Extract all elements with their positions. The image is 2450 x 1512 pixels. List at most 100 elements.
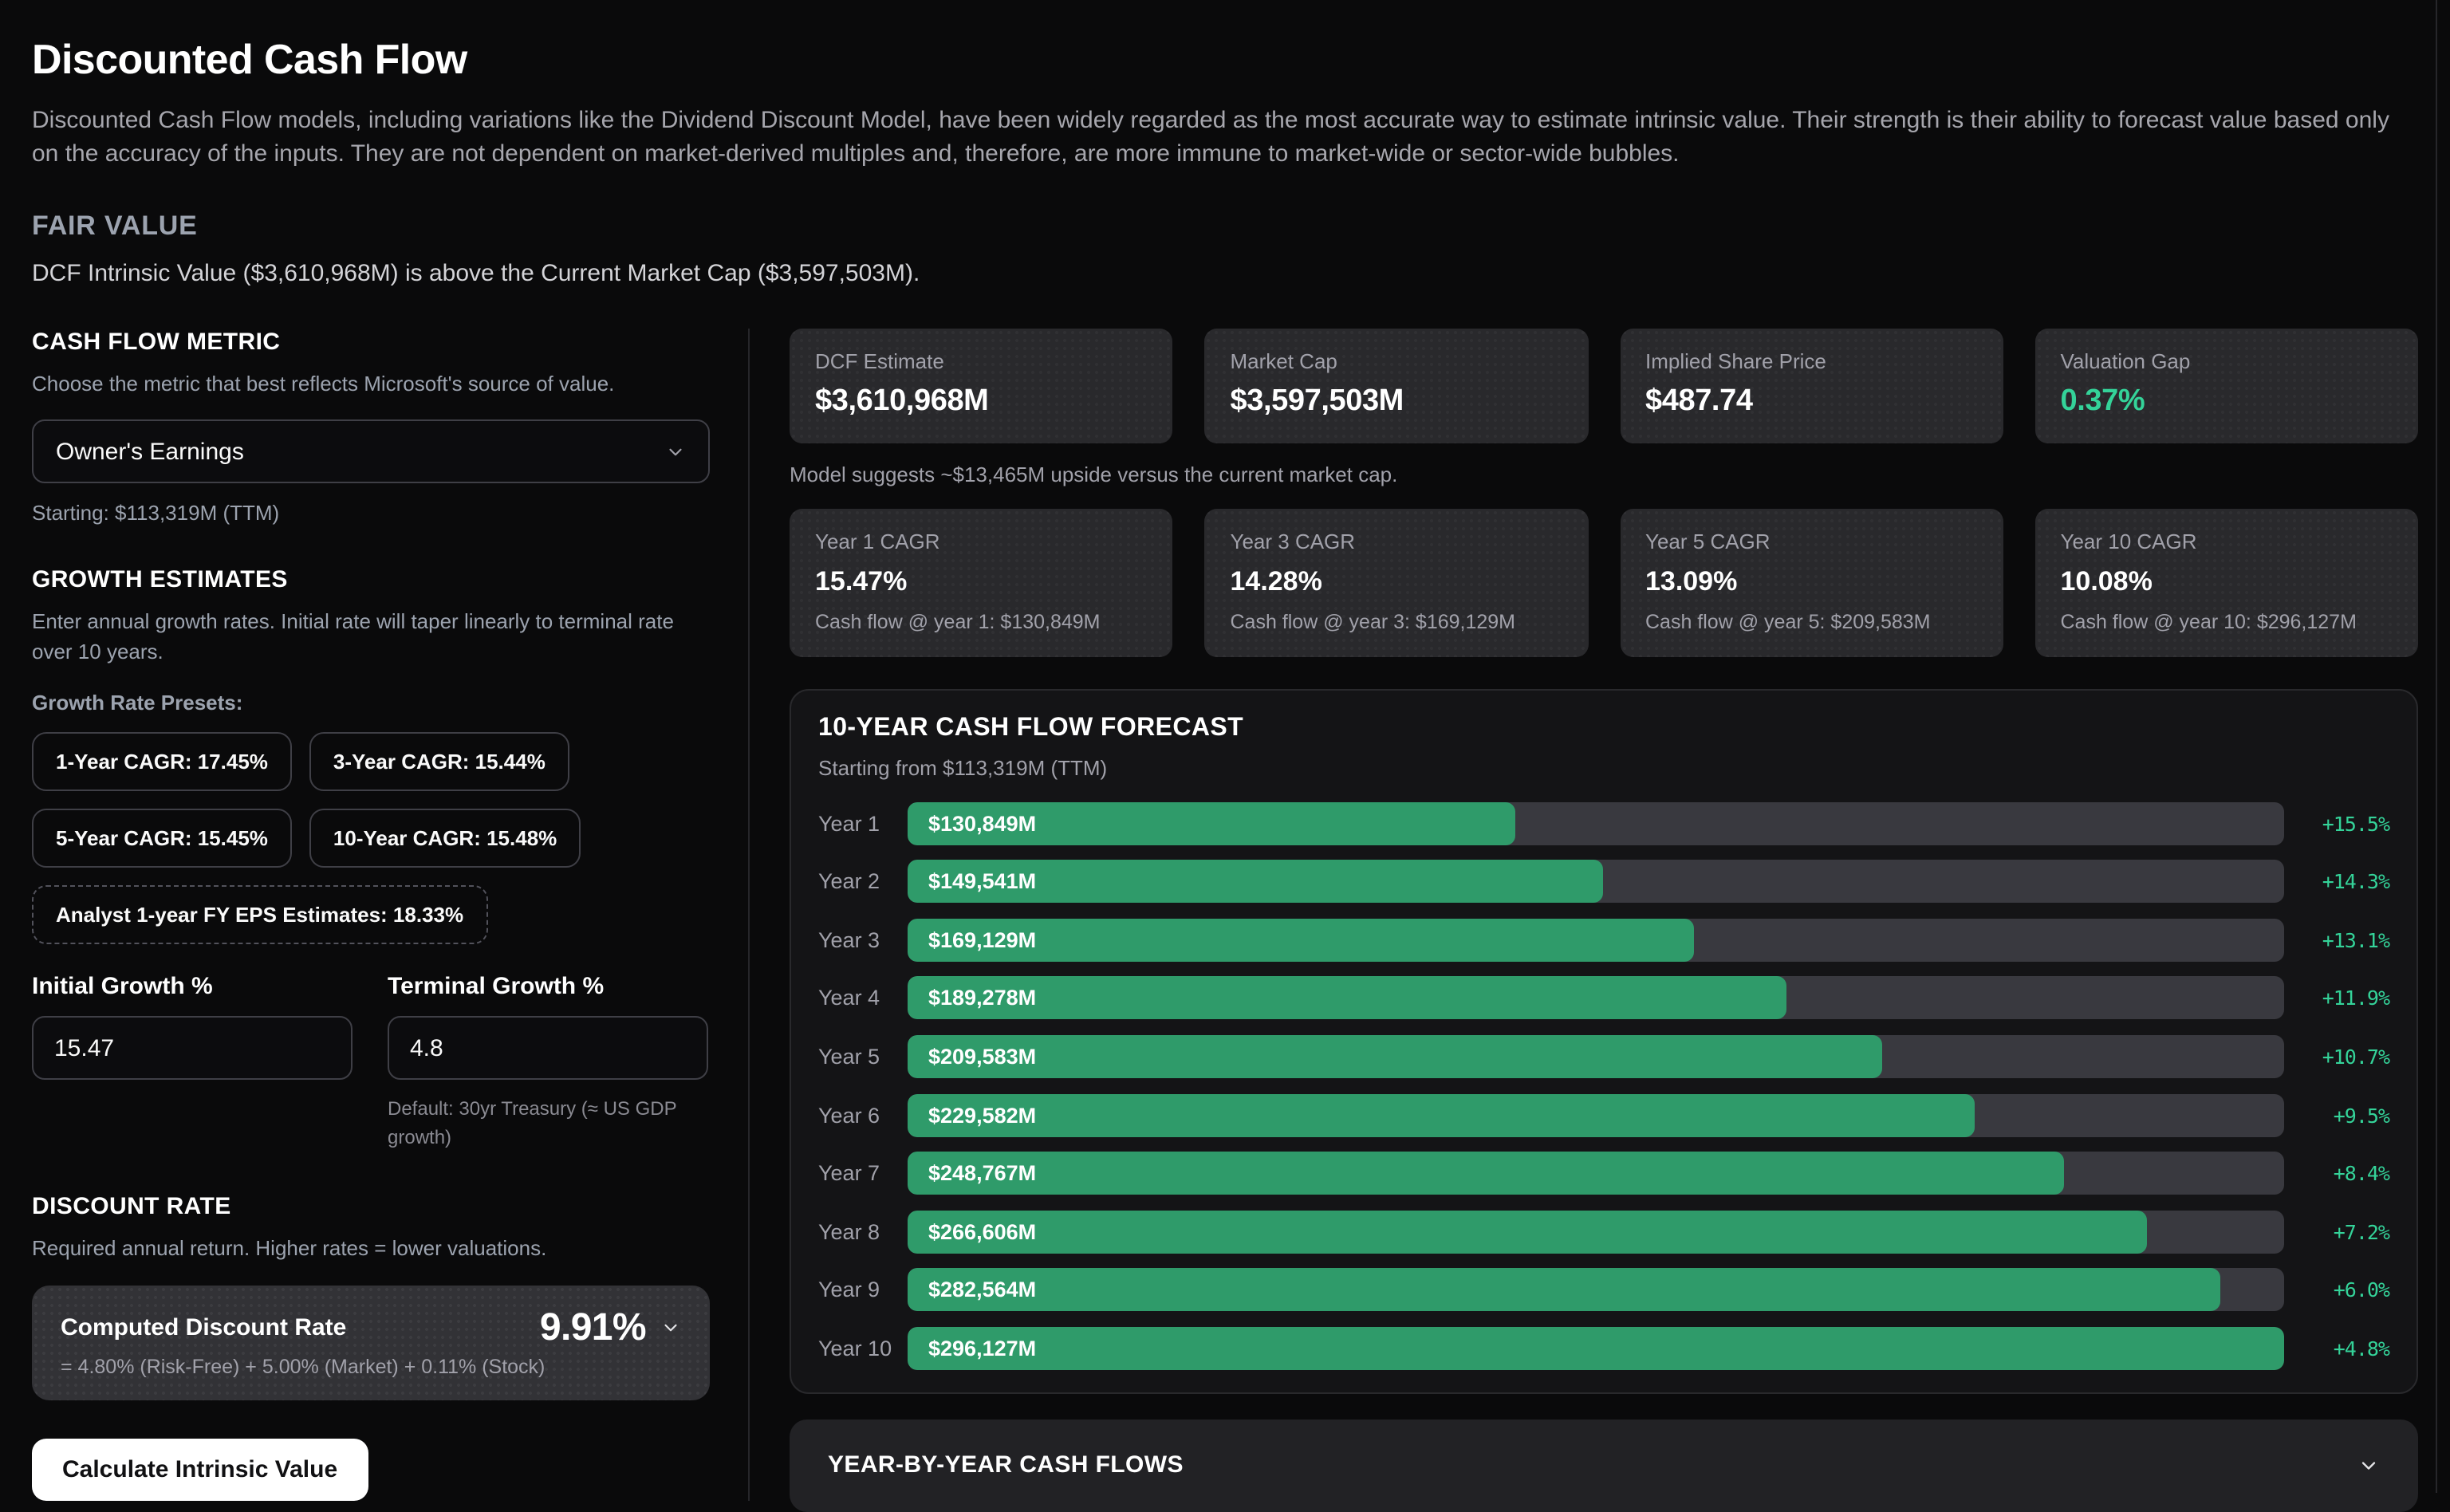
cagr-card: Year 1 CAGR 15.47% Cash flow @ year 1: $… [790, 508, 1173, 656]
forecast-row: Year 6 $229,582M +9.5% [818, 1093, 2389, 1136]
discount-rate-heading: DISCOUNT RATE [32, 1193, 708, 1220]
initial-growth-input[interactable] [32, 1016, 353, 1080]
forecast-year-label: Year 3 [818, 928, 908, 952]
cagr-card-label: Year 3 CAGR [1231, 529, 1563, 553]
forecast-bar-track: $282,564M [908, 1269, 2284, 1312]
forecast-bar-fill: $209,583M [908, 1035, 1882, 1078]
forecast-year-label: Year 10 [818, 1337, 908, 1360]
forecast-bar-track: $296,127M [908, 1327, 2284, 1370]
growth-preset-button-1[interactable]: 1-Year CAGR: 17.45% [32, 732, 292, 791]
forecast-bar-amount: $266,606M [928, 1220, 1036, 1244]
forecast-year-label: Year 9 [818, 1278, 908, 1302]
cagr-cards-row: Year 1 CAGR 15.47% Cash flow @ year 1: $… [790, 508, 2418, 656]
forecast-growth-percent: +4.8% [2284, 1337, 2389, 1360]
calculate-intrinsic-value-button[interactable]: Calculate Intrinsic Value [32, 1439, 368, 1501]
forecast-growth-percent: +9.5% [2284, 1103, 2389, 1127]
cash-flow-metric-select[interactable]: Owner's Earnings [32, 420, 710, 484]
forecast-bar-track: $130,849M [908, 801, 2284, 845]
growth-estimates-description: Enter annual growth rates. Initial rate … [32, 608, 708, 668]
forecast-bar-amount: $248,767M [928, 1161, 1036, 1185]
summary-card-value: $487.74 [1645, 384, 1978, 419]
discount-rate-description: Required annual return. Higher rates = l… [32, 1234, 708, 1265]
forecast-bar-fill: $248,767M [908, 1152, 2064, 1195]
terminal-growth-label: Terminal Growth % [388, 973, 708, 1000]
forecast-growth-percent: +6.0% [2284, 1278, 2389, 1302]
analyst-eps-preset-button[interactable]: Analyst 1-year FY EPS Estimates: 18.33% [32, 885, 487, 944]
inputs-sidebar: CASH FLOW METRIC Choose the metric that … [32, 328, 750, 1501]
cagr-card-value: 14.28% [1231, 565, 1563, 597]
starting-value-note: Starting: $113,319M (TTM) [32, 502, 708, 526]
year-by-year-accordion-label: YEAR-BY-YEAR CASH FLOWS [828, 1452, 1184, 1479]
growth-preset-button-3[interactable]: 5-Year CAGR: 15.45% [32, 809, 292, 868]
forecast-year-label: Year 6 [818, 1103, 908, 1127]
computed-discount-rate-card[interactable]: Computed Discount Rate 9.91% = 4.80% (Ri… [32, 1286, 710, 1400]
fair-value-summary: DCF Intrinsic Value ($3,610,968M) is abo… [32, 259, 2418, 286]
summary-card-value: $3,597,503M [1231, 384, 1563, 419]
summary-card: Implied Share Price $487.74 [1620, 328, 2003, 443]
forecast-bar-fill: $229,582M [908, 1093, 1975, 1136]
content-columns: CASH FLOW METRIC Choose the metric that … [32, 328, 2418, 1512]
forecast-growth-percent: +8.4% [2284, 1161, 2389, 1185]
growth-preset-button-2[interactable]: 3-Year CAGR: 15.44% [309, 732, 569, 791]
forecast-year-label: Year 2 [818, 869, 908, 893]
cagr-card-label: Year 5 CAGR [1645, 529, 1978, 553]
cash-flow-metric-heading: CASH FLOW METRIC [32, 328, 708, 355]
forecast-bar-fill: $282,564M [908, 1269, 2221, 1312]
chevron-down-icon [665, 442, 686, 463]
year-by-year-accordion[interactable]: YEAR-BY-YEAR CASH FLOWS [790, 1419, 2418, 1512]
forecast-bar-fill: $189,278M [908, 977, 1787, 1020]
forecast-bar-track: $209,583M [908, 1035, 2284, 1078]
forecast-bar-track: $266,606M [908, 1211, 2284, 1254]
forecast-bar-chart: Year 1 $130,849M +15.5% Year 2 $149,541M… [818, 801, 2389, 1370]
forecast-panel: 10-YEAR CASH FLOW FORECAST Starting from… [790, 688, 2418, 1394]
forecast-row: Year 9 $282,564M +6.0% [818, 1269, 2389, 1312]
forecast-row: Year 10 $296,127M +4.8% [818, 1327, 2389, 1370]
forecast-row: Year 1 $130,849M +15.5% [818, 801, 2389, 845]
cagr-card-note: Cash flow @ year 1: $130,849M [815, 610, 1148, 632]
forecast-bar-fill: $169,129M [908, 919, 1694, 962]
chevron-down-icon [660, 1318, 681, 1339]
forecast-year-label: Year 1 [818, 811, 908, 835]
forecast-bar-amount: $149,541M [928, 869, 1036, 893]
forecast-year-label: Year 7 [818, 1161, 908, 1185]
cagr-card-label: Year 1 CAGR [815, 529, 1148, 553]
summary-card: DCF Estimate $3,610,968M [790, 328, 1173, 443]
forecast-bar-amount: $189,278M [928, 986, 1036, 1010]
forecast-bar-track: $189,278M [908, 977, 2284, 1020]
upside-note: Model suggests ~$13,465M upside versus t… [790, 462, 2418, 486]
forecast-bar-amount: $130,849M [928, 811, 1036, 835]
forecast-row: Year 2 $149,541M +14.3% [818, 860, 2389, 903]
summary-card: Market Cap $3,597,503M [1205, 328, 1589, 443]
cagr-card-label: Year 10 CAGR [2061, 529, 2393, 553]
forecast-bar-amount: $209,583M [928, 1045, 1036, 1069]
results-panel: DCF Estimate $3,610,968M Market Cap $3,5… [750, 328, 2418, 1512]
cash-flow-metric-selected-value: Owner's Earnings [56, 439, 244, 466]
forecast-bar-fill: $149,541M [908, 860, 1603, 903]
cagr-card: Year 10 CAGR 10.08% Cash flow @ year 10:… [2035, 508, 2419, 656]
forecast-year-label: Year 5 [818, 1045, 908, 1069]
forecast-bar-amount: $296,127M [928, 1337, 1036, 1360]
cagr-card-value: 10.08% [2061, 565, 2393, 597]
forecast-bar-fill: $266,606M [908, 1211, 2146, 1254]
computed-discount-rate-label: Computed Discount Rate [61, 1315, 346, 1342]
forecast-bar-amount: $282,564M [928, 1278, 1036, 1302]
summary-card-value: 0.37% [2061, 384, 2393, 419]
terminal-growth-input[interactable] [388, 1016, 708, 1080]
forecast-heading: 10-YEAR CASH FLOW FORECAST [818, 714, 2389, 742]
summary-card-label: Market Cap [1231, 348, 1563, 372]
growth-preset-button-4[interactable]: 10-Year CAGR: 15.48% [309, 809, 581, 868]
discount-rate-formula: = 4.80% (Risk-Free) + 5.00% (Market) + 0… [61, 1356, 681, 1378]
cash-flow-metric-description: Choose the metric that best reflects Mic… [32, 369, 708, 400]
cagr-card-value: 15.47% [815, 565, 1148, 597]
forecast-year-label: Year 8 [818, 1220, 908, 1244]
forecast-bar-amount: $169,129M [928, 928, 1036, 952]
forecast-bar-fill: $296,127M [908, 1327, 2284, 1370]
fair-value-heading: FAIR VALUE [32, 210, 2418, 242]
forecast-bar-fill: $130,849M [908, 801, 1516, 845]
forecast-growth-percent: +11.9% [2284, 986, 2389, 1010]
summary-card-label: Implied Share Price [1645, 348, 1978, 372]
summary-card-value: $3,610,968M [815, 384, 1148, 419]
scrollbar-track[interactable] [2436, 0, 2437, 1493]
page-description: Discounted Cash Flow models, including v… [32, 104, 2412, 171]
cagr-card-note: Cash flow @ year 3: $169,129M [1231, 610, 1563, 632]
